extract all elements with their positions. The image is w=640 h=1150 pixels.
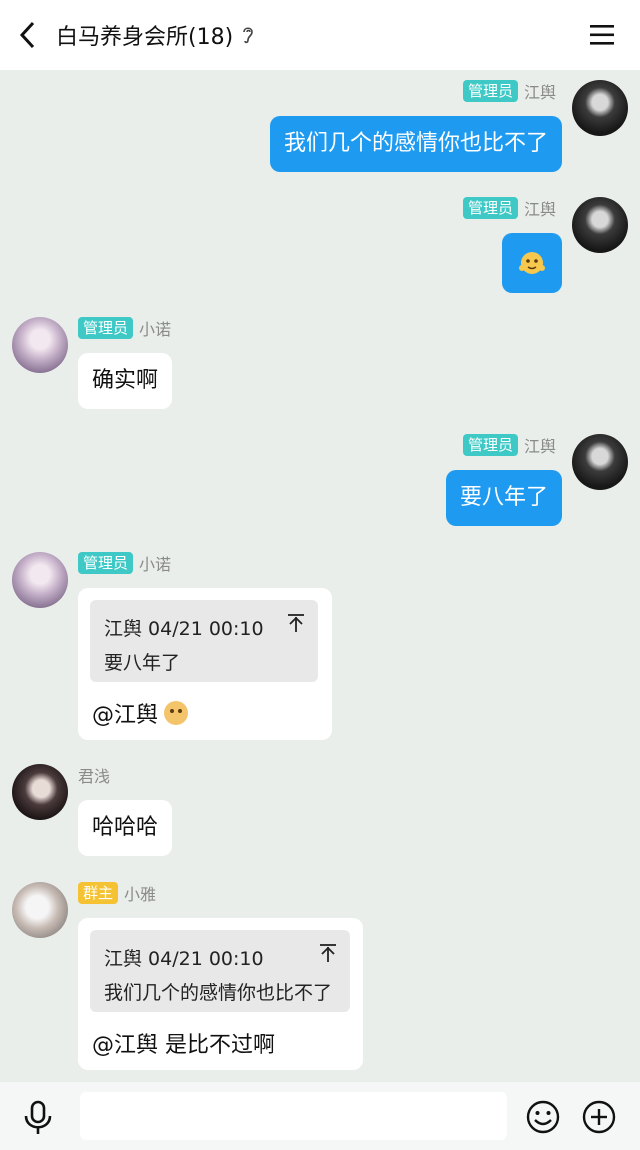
group-title[interactable]: 白马养身会所(18) bbox=[56, 19, 233, 51]
voice-button[interactable] bbox=[18, 1098, 58, 1138]
reply-content: @江舆 bbox=[92, 703, 159, 728]
message-bubble[interactable]: 确实啊 bbox=[78, 353, 173, 409]
jump-to-quote-icon[interactable] bbox=[286, 612, 306, 634]
ear-icon bbox=[241, 25, 255, 45]
emoji-face bbox=[164, 701, 189, 725]
composer-bar bbox=[0, 1082, 640, 1150]
message-input[interactable] bbox=[80, 1092, 507, 1140]
emoji-button[interactable] bbox=[524, 1098, 562, 1136]
more-button[interactable] bbox=[580, 1098, 618, 1136]
avatar-jiangyu[interactable] bbox=[572, 197, 628, 253]
mic-icon bbox=[24, 1100, 52, 1134]
role-badge: 管理员 bbox=[78, 552, 134, 574]
avatar-junqian[interactable] bbox=[12, 764, 68, 820]
plus-icon bbox=[582, 1100, 616, 1134]
quote-text: 要八年了 bbox=[104, 652, 181, 674]
avatar-jiangyu[interactable] bbox=[572, 434, 628, 490]
menu-button[interactable] bbox=[588, 22, 616, 48]
chevron-left-icon bbox=[19, 21, 35, 49]
menu-icon bbox=[590, 25, 614, 45]
sender-name: 江舆 bbox=[523, 437, 556, 456]
message-bubble[interactable]: 哈哈哈 bbox=[78, 800, 173, 856]
quote-text: 我们几个的感情你也比不了 bbox=[104, 982, 333, 1004]
role-badge: 群主 bbox=[78, 882, 119, 904]
sender-line: 管理员 江舆 bbox=[462, 434, 556, 456]
avatar-xiaonuo[interactable] bbox=[12, 317, 68, 373]
quote-meta: 江舆 04/21 00:10 bbox=[104, 618, 264, 640]
quoted-message[interactable]: 江舆 04/21 00:10 我们几个的感情你也比不了 bbox=[90, 930, 350, 1012]
avatar-xiaoya[interactable] bbox=[12, 882, 68, 938]
role-badge: 管理员 bbox=[462, 434, 518, 456]
quoted-message[interactable]: 江舆 04/21 00:10 要八年了 bbox=[90, 600, 318, 682]
sender-name: 小雅 bbox=[124, 885, 157, 904]
message-bubble[interactable]: 我们几个的感情你也比不了 bbox=[269, 116, 562, 172]
smile-icon bbox=[526, 1100, 560, 1134]
chat-header: 白马养身会所(18) bbox=[0, 0, 640, 70]
sender-name: 江舆 bbox=[523, 200, 556, 219]
role-badge: 管理员 bbox=[462, 197, 518, 219]
message-list[interactable]: 管理员 江舆 我们几个的感情你也比不了 管理员 江舆 管理员 小诺 确实啊 管理… bbox=[0, 70, 640, 1082]
sticker-bubble[interactable] bbox=[502, 233, 562, 293]
back-button[interactable] bbox=[0, 0, 56, 70]
jump-to-quote-icon[interactable] bbox=[318, 942, 338, 964]
sender-name: 小诺 bbox=[139, 555, 172, 574]
reply-bubble[interactable]: 江舆 04/21 00:10 要八年了 @江舆 bbox=[78, 588, 332, 740]
sender-line: 管理员 江舆 bbox=[462, 80, 556, 102]
role-badge: 管理员 bbox=[462, 80, 518, 102]
sender-line: 管理员 小诺 bbox=[78, 552, 171, 574]
sender-name: 小诺 bbox=[139, 320, 172, 339]
reply-content: @江舆 是比不过啊 bbox=[92, 1033, 275, 1058]
emoji-sticker bbox=[519, 252, 545, 274]
sender-line: 群主 小雅 bbox=[78, 882, 156, 904]
quote-meta: 江舆 04/21 00:10 bbox=[104, 948, 264, 970]
sender-name: 江舆 bbox=[523, 83, 556, 102]
reply-text: @江舆 bbox=[92, 698, 189, 728]
sender-line: 君浅 bbox=[78, 764, 110, 786]
reply-text: @江舆 是比不过啊 bbox=[92, 1028, 275, 1058]
message-bubble[interactable]: 要八年了 bbox=[445, 470, 562, 526]
sender-line: 管理员 小诺 bbox=[78, 317, 171, 339]
sender-name: 君浅 bbox=[78, 767, 111, 786]
role-badge: 管理员 bbox=[78, 317, 134, 339]
sender-line: 管理员 江舆 bbox=[462, 197, 556, 219]
reply-bubble[interactable]: 江舆 04/21 00:10 我们几个的感情你也比不了 @江舆 是比不过啊 bbox=[78, 918, 363, 1070]
avatar-xiaonuo[interactable] bbox=[12, 552, 68, 608]
avatar-jiangyu[interactable] bbox=[572, 80, 628, 136]
